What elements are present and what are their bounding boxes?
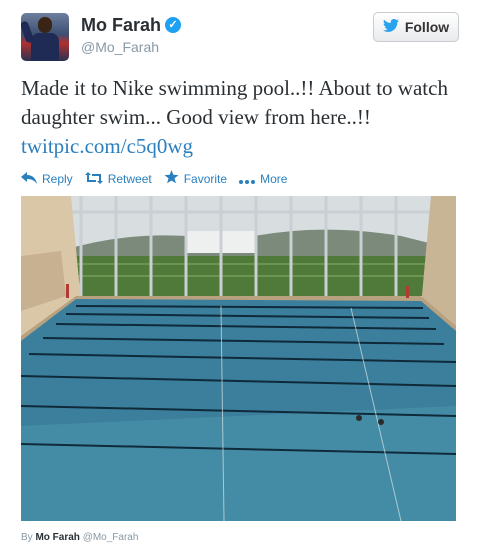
more-icon: [239, 171, 256, 187]
favorite-label: Favorite: [183, 171, 228, 186]
user-name[interactable]: Mo Farah: [81, 15, 161, 36]
star-icon: [164, 170, 179, 187]
byline-name[interactable]: Mo Farah: [35, 532, 79, 543]
user-handle[interactable]: @Mo_Farah: [81, 39, 159, 55]
reply-icon: [21, 171, 37, 187]
follow-button[interactable]: Follow: [373, 12, 459, 42]
byline: By Mo Farah @Mo_Farah: [21, 532, 138, 543]
byline-prefix: By: [21, 532, 33, 543]
follow-label: Follow: [404, 19, 450, 35]
tweet-photo[interactable]: [21, 196, 456, 521]
retweet-icon: [84, 171, 103, 187]
tweet-link[interactable]: twitpic.com/c5q0wg: [21, 134, 193, 158]
tweet-actions: Reply Retweet Favorite More: [21, 170, 299, 187]
more-label: More: [260, 171, 288, 186]
byline-handle[interactable]: @Mo_Farah: [83, 532, 139, 543]
reply-button[interactable]: Reply: [21, 171, 73, 187]
more-button[interactable]: More: [239, 171, 287, 187]
verified-badge-icon: ✓: [165, 17, 181, 33]
pool-photo-image: [21, 196, 456, 521]
retweet-button[interactable]: Retweet: [84, 171, 152, 187]
avatar-body: [31, 33, 59, 61]
avatar[interactable]: [21, 13, 69, 61]
favorite-button[interactable]: Favorite: [164, 170, 227, 187]
twitter-bird-icon: [382, 18, 399, 35]
tweet-text: Made it to Nike swimming pool..!! About …: [21, 74, 461, 161]
avatar-head: [38, 17, 52, 33]
reply-label: Reply: [42, 171, 73, 186]
retweet-label: Retweet: [107, 171, 152, 186]
tweet-body: Made it to Nike swimming pool..!! About …: [21, 76, 448, 129]
